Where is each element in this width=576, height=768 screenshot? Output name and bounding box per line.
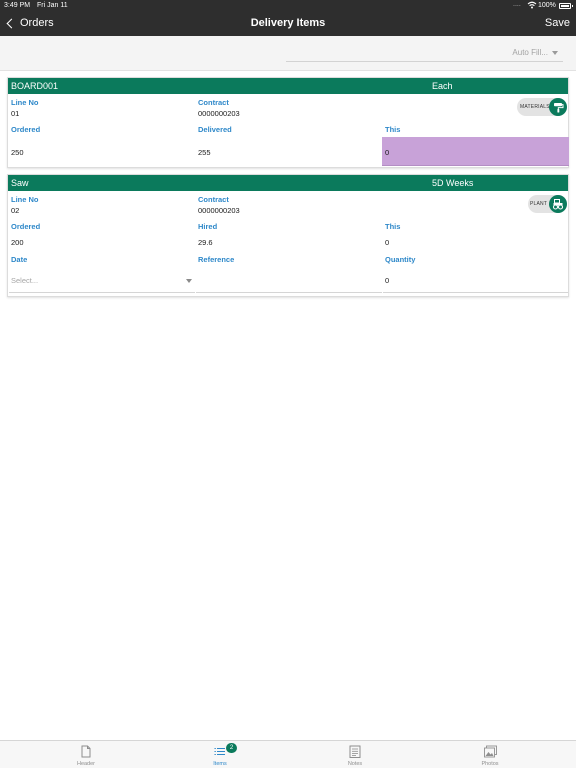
tab-label: Notes [347,761,363,767]
contract-label: Contract [198,98,229,107]
ordered-value: 200 [11,238,24,247]
line-no-label: Line No [11,195,39,204]
page-title: Delivery Items [250,17,326,29]
quantity-label: Quantity [385,255,416,264]
this-value: 0 [385,238,390,247]
delivery-item-card: Saw 5D Weeks Line No 02 Contract 0000000… [7,174,569,297]
notes-icon [349,745,361,758]
line-no-label: Line No [11,98,39,107]
auto-fill-dropdown[interactable]: Auto Fill... [286,42,563,62]
tab-bar: Header Items 2 Notes Photos [0,740,576,768]
tab-label: Header [76,761,96,767]
quantity-input[interactable]: 0 [383,271,568,293]
category-label: PLANT [530,201,548,207]
item-header: BOARD001 Each [8,78,568,94]
date-select-placeholder: Select... [11,276,39,285]
this-quantity-value: 0 [385,148,390,157]
tab-items[interactable]: Items [148,741,292,768]
delivered-label: Delivered [198,125,232,134]
date-select[interactable]: Select... [9,271,195,293]
date-label: Date [11,255,28,264]
delivered-value: 255 [198,148,211,157]
tab-header[interactable]: Header [14,741,158,768]
tab-photos[interactable]: Photos [418,741,562,768]
contract-value: 0000000203 [198,206,240,215]
wifi-icon [527,1,537,11]
ordered-label: Ordered [11,125,41,134]
this-quantity-input[interactable]: 0 [382,137,569,166]
battery-icon [559,3,573,9]
caret-down-icon [552,51,558,55]
status-bar: 3:49 PM Fri Jan 11 .... 100% [0,0,576,12]
status-time: 3:49 PM [4,2,31,9]
battery-percent: 100% [538,2,556,9]
signal-icon: .... [513,1,521,8]
item-name: Saw [11,178,29,188]
items-count-badge: 2 [226,743,237,753]
contract-label: Contract [198,195,229,204]
plant-category-badge[interactable]: PLANT [528,195,567,213]
item-unit: Each [432,81,453,91]
reference-input[interactable] [196,271,382,293]
caret-down-icon [186,279,192,283]
item-header: Saw 5D Weeks [8,175,568,191]
tab-label: Items [213,761,227,767]
hired-label: Hired [198,222,218,231]
quantity-value: 0 [385,276,390,285]
category-label: MATERIALS [520,104,550,110]
hired-value: 29.6 [198,238,213,247]
tab-notes[interactable]: Notes [283,741,427,768]
auto-fill-label: Auto Fill... [512,48,548,57]
tab-label: Photos [481,761,499,767]
line-no-value: 01 [11,109,20,118]
list-icon [214,745,226,758]
toolbar: Auto Fill... [0,36,576,71]
paint-roller-icon [549,98,567,116]
ordered-label: Ordered [11,222,41,231]
delivery-item-card: BOARD001 Each Line No 01 Contract 000000… [7,77,569,168]
this-label: This [385,222,401,231]
this-label: This [385,125,401,134]
tractor-icon [549,195,567,213]
save-button[interactable]: Save [545,17,570,29]
contract-value: 0000000203 [198,109,240,118]
navigation-bar: Orders Delivery Items Save [0,12,576,36]
ordered-value: 250 [11,148,24,157]
line-no-value: 02 [11,206,20,215]
status-date: Fri Jan 11 [37,2,68,9]
item-name: BOARD001 [11,81,59,91]
photos-icon [484,745,497,758]
materials-category-badge[interactable]: MATERIALS [517,98,567,116]
item-unit: 5D Weeks [432,178,474,188]
reference-label: Reference [198,255,235,264]
document-icon [80,745,92,758]
